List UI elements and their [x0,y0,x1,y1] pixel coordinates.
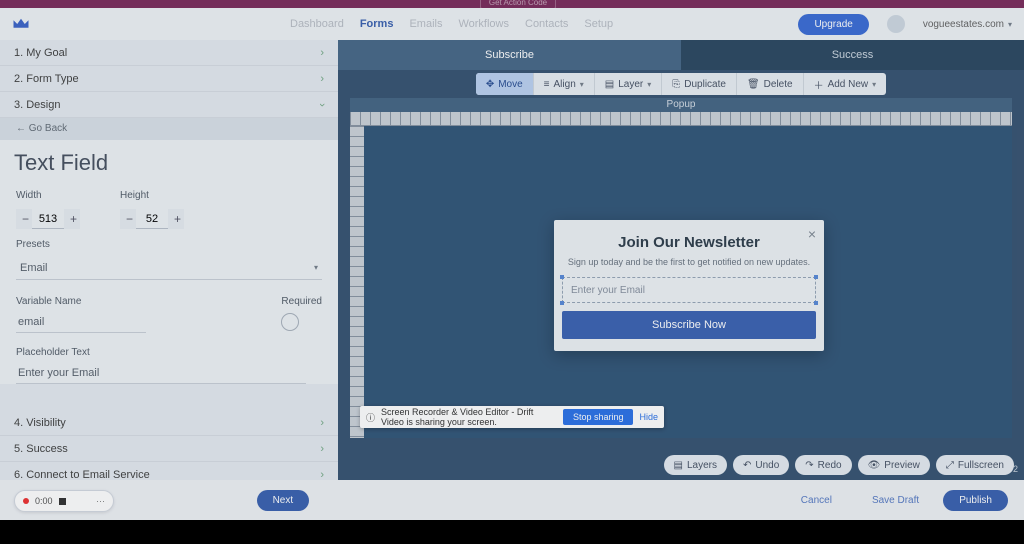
ruler-horizontal [350,112,1012,126]
crown-logo-icon [12,17,30,31]
height-stepper[interactable]: − + [120,209,184,229]
width-decrement-button[interactable]: − [16,209,32,229]
more-icon[interactable]: ⋯ [96,496,105,507]
popup-subscribe-button[interactable]: Subscribe Now [562,311,816,339]
domain-selector[interactable]: vogueestates.com▾ [923,19,1012,30]
layer-icon: ▤ [605,79,614,90]
panel-title: Text Field [14,150,324,176]
step-design[interactable]: 3. Design› [0,92,338,118]
required-toggle[interactable] [281,313,299,331]
record-icon [23,498,29,504]
layers-icon: ▤ [674,460,683,471]
required-label: Required [281,296,322,307]
eye-icon: 👁 [868,460,881,471]
nav-dashboard[interactable]: Dashboard [290,18,344,30]
nav-contacts[interactable]: Contacts [525,18,568,30]
upgrade-button[interactable]: Upgrade [798,14,868,35]
expand-icon: ⤢ [946,460,954,471]
screen-share-notice: ⓘ Screen Recorder & Video Editor - Drift… [360,406,664,428]
record-time: 0:00 [35,496,53,506]
variable-name-label: Variable Name [16,296,162,307]
step-my-goal[interactable]: 1. My Goal› [0,40,338,66]
go-back-link[interactable]: Go Back [0,118,338,140]
left-sidebar: 1. My Goal› 2. Form Type› 3. Design› Go … [0,40,338,480]
width-input[interactable] [32,209,64,229]
tool-align[interactable]: ≡Align▾ [534,73,595,95]
height-label: Height [120,190,184,201]
hide-sharing-button[interactable]: Hide [639,412,658,422]
ruler-vertical [350,126,364,438]
undo-icon: ↶ [743,460,751,471]
step-visibility[interactable]: 4. Visibility› [0,410,338,436]
trash-icon: 🗑 [747,79,760,90]
publish-button[interactable]: Publish [943,490,1008,511]
close-icon[interactable]: × [808,226,816,242]
placeholder-text-label: Placeholder Text [0,347,338,358]
tool-delete[interactable]: 🗑Delete [737,73,804,95]
canvas-bottom-bar: ▤Layers ↶Undo ↷Redo 👁Preview ⤢Fullscreen [338,450,1024,480]
recording-indicator[interactable]: 0:00 ⋯ [14,490,114,512]
fullscreen-button[interactable]: ⤢Fullscreen [936,455,1014,475]
placeholder-text-input[interactable] [16,362,306,384]
step-connect-email[interactable]: 6. Connect to Email Service› [0,462,338,480]
info-icon: ⓘ [366,411,375,424]
tool-add-new[interactable]: ＋Add New▾ [804,73,887,95]
preview-button[interactable]: 👁Preview [858,455,930,475]
layers-button[interactable]: ▤Layers [664,455,727,475]
nav-emails[interactable]: Emails [409,18,442,30]
tool-layer[interactable]: ▤Layer▾ [595,73,662,95]
height-decrement-button[interactable]: − [120,209,136,229]
move-icon: ✥ [486,79,494,90]
plus-icon: ＋ [814,77,824,92]
bottom-bar: Prev Next Cancel Save Draft Publish [0,480,1024,520]
cancel-button[interactable]: Cancel [785,490,848,511]
tool-move[interactable]: ✥Move [476,73,534,95]
editor-toolbar: ✥Move ≡Align▾ ▤Layer▾ ⎘Duplicate 🗑Delete… [338,70,1024,98]
save-draft-button[interactable]: Save Draft [856,490,935,511]
duplicate-icon: ⎘ [672,79,680,90]
design-panel: Go Back Text Field Width − + Height − [0,118,338,384]
popup-subtitle: Sign up today and be the first to get no… [554,257,824,267]
popup-preview: × Join Our Newsletter Sign up today and … [554,220,824,351]
align-icon: ≡ [544,79,550,90]
nav-workflows[interactable]: Workflows [458,18,509,30]
avatar[interactable] [887,15,905,33]
popup-email-field[interactable]: Enter your Email [562,277,816,303]
width-increment-button[interactable]: + [64,209,80,229]
popup-title: Join Our Newsletter [554,234,824,251]
tab-subscribe[interactable]: Subscribe [338,40,681,70]
editor-stage[interactable]: × Join Our Newsletter Sign up today and … [364,126,1012,438]
height-input[interactable] [136,209,168,229]
stop-icon[interactable] [59,498,66,505]
editor-stage-wrapper: Popup × Join Our Newsletter Sign up toda… [350,98,1012,438]
presets-label: Presets [0,239,338,250]
redo-button[interactable]: ↷Redo [795,455,851,475]
editor-title: Popup [350,98,1012,112]
height-increment-button[interactable]: + [168,209,184,229]
banner-cta[interactable]: Get Action Code [480,0,556,9]
width-label: Width [16,190,80,201]
variable-name-input[interactable] [16,311,146,333]
width-stepper[interactable]: − + [16,209,80,229]
undo-button[interactable]: ↶Undo [733,455,789,475]
tab-success[interactable]: Success [681,40,1024,70]
next-button[interactable]: Next [257,490,310,511]
step-success[interactable]: 5. Success› [0,436,338,462]
tool-duplicate[interactable]: ⎘Duplicate [662,73,737,95]
step-form-type[interactable]: 2. Form Type› [0,66,338,92]
nav-forms[interactable]: Forms [360,18,394,30]
share-text: Screen Recorder & Video Editor - Drift V… [381,407,557,427]
stop-sharing-button[interactable]: Stop sharing [563,409,634,425]
promo-banner: Get Action Code [0,0,1024,8]
redo-icon: ↷ [805,460,813,471]
presets-select[interactable]: Email▾ [16,256,322,280]
nav-setup[interactable]: Setup [584,18,613,30]
top-nav: Dashboard Forms Emails Workflows Contact… [290,18,613,30]
app-header: Dashboard Forms Emails Workflows Contact… [0,8,1024,40]
